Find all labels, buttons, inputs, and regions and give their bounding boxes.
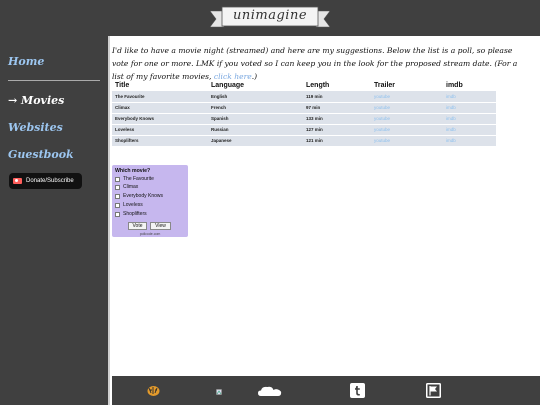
trailer-link[interactable]: youtube xyxy=(371,113,443,125)
footer-bar xyxy=(112,376,540,405)
cell-language: Japanese xyxy=(208,135,303,147)
column-header-language: Language xyxy=(211,81,245,89)
table-row: The Favourite English 119 min youtube im… xyxy=(112,91,496,103)
imdb-link[interactable]: imdb xyxy=(443,124,496,136)
cell-length: 133 min xyxy=(303,113,371,125)
poll-checkbox[interactable] xyxy=(115,202,120,208)
poll-checkbox[interactable] xyxy=(115,176,120,182)
cell-length: 97 min xyxy=(303,102,371,114)
cell-length: 121 min xyxy=(303,135,371,147)
cell-title: Loveless xyxy=(112,124,208,136)
poll-option[interactable]: Loveless xyxy=(115,202,143,208)
imdb-link[interactable]: imdb xyxy=(443,91,496,103)
poll-option-label: Shoplifters xyxy=(123,211,147,217)
soundcloud-icon[interactable] xyxy=(258,386,282,397)
poll-question: Which movie? xyxy=(115,168,151,174)
table-header-row: Title Language Length Trailer imdb xyxy=(112,79,496,91)
cell-language: French xyxy=(208,102,303,114)
view-results-button[interactable]: View xyxy=(150,222,171,230)
content-divider xyxy=(108,36,110,405)
site-title-banner[interactable]: unimagine xyxy=(210,5,330,30)
poll-option[interactable]: Shoplifters xyxy=(115,211,147,217)
poll-option[interactable]: Everybody Knows xyxy=(115,193,163,199)
column-header-imdb: imdb xyxy=(446,81,463,89)
poll-option[interactable]: The Favourite xyxy=(115,176,154,182)
movie-poll: Which movie? The Favourite Climax Everyb… xyxy=(112,165,188,237)
poll-option-label: Loveless xyxy=(123,202,143,208)
cell-title: Everybody Knows xyxy=(112,113,208,125)
sidebar-divider xyxy=(8,80,100,81)
trailer-link[interactable]: youtube xyxy=(371,91,443,103)
column-header-trailer: Trailer xyxy=(374,81,396,89)
column-header-length: Length xyxy=(306,81,330,89)
poll-checkbox[interactable] xyxy=(115,184,120,190)
sidebar: Home → Movies Websites Guestbook Donate/… xyxy=(0,36,108,405)
flag-icon[interactable] xyxy=(426,383,441,398)
donate-label: Donate/Subscribe xyxy=(26,178,74,184)
cell-title: Climax xyxy=(112,102,208,114)
cell-language: English xyxy=(208,91,303,103)
sidebar-item-websites[interactable]: Websites xyxy=(8,121,63,134)
column-header-title: Title xyxy=(115,81,130,89)
cell-language: Spanish xyxy=(208,113,303,125)
movie-table: Title Language Length Trailer imdb The F… xyxy=(112,79,496,147)
kofi-cup-icon xyxy=(13,178,22,184)
sidebar-item-home[interactable]: Home xyxy=(8,55,44,68)
poll-credit-link[interactable]: pollcode.com xyxy=(112,232,188,236)
cell-length: 119 min xyxy=(303,91,371,103)
cell-title: Shoplifters xyxy=(112,135,208,147)
sidebar-item-guestbook[interactable]: Guestbook xyxy=(8,148,74,161)
table-row: Shoplifters Japanese 121 min youtube imd… xyxy=(112,135,496,147)
donate-button[interactable]: Donate/Subscribe xyxy=(9,173,82,189)
poll-checkbox[interactable] xyxy=(115,193,120,199)
intro-paragraph: I'd like to have a movie night (streamed… xyxy=(112,44,524,83)
header-bar: unimagine xyxy=(0,0,540,36)
tumblr-icon[interactable] xyxy=(350,383,365,398)
vote-button[interactable]: Vote xyxy=(128,222,147,230)
site-title: unimagine xyxy=(232,8,308,23)
imdb-link[interactable]: imdb xyxy=(443,135,496,147)
poll-option-label: Everybody Knows xyxy=(123,193,164,199)
table-row: Loveless Russian 127 min youtube imdb xyxy=(112,124,496,136)
poll-option-label: Climax xyxy=(123,184,139,190)
trailer-link[interactable]: youtube xyxy=(371,124,443,136)
cell-language: Russian xyxy=(208,124,303,136)
poll-option[interactable]: Climax xyxy=(115,184,138,190)
imdb-link[interactable]: imdb xyxy=(443,102,496,114)
trailer-link[interactable]: youtube xyxy=(371,135,443,147)
poll-checkbox[interactable] xyxy=(115,211,120,217)
cell-title: The Favourite xyxy=(112,91,208,103)
trailer-link[interactable]: youtube xyxy=(371,102,443,114)
table-row: Climax French 97 min youtube imdb xyxy=(112,102,496,114)
imdb-link[interactable]: imdb xyxy=(443,113,496,125)
table-row: Everybody Knows Spanish 133 min youtube … xyxy=(112,113,496,125)
cell-length: 127 min xyxy=(303,124,371,136)
poll-option-label: The Favourite xyxy=(123,176,154,182)
sidebar-item-movies[interactable]: → Movies xyxy=(8,94,64,107)
tiger-icon[interactable] xyxy=(146,384,161,397)
broken-image-icon[interactable] xyxy=(216,389,222,395)
intro-text: I'd like to have a movie night (streamed… xyxy=(112,46,518,81)
